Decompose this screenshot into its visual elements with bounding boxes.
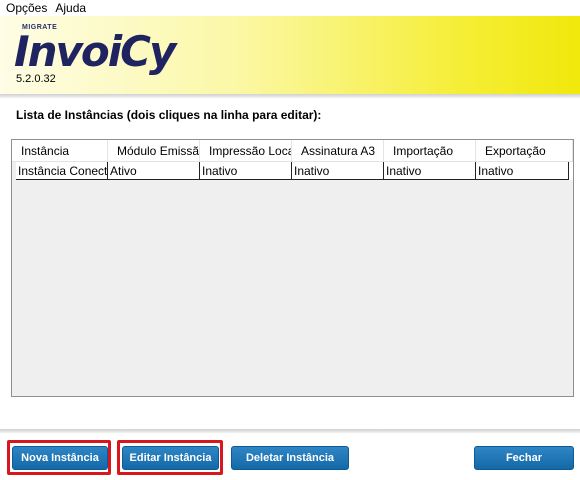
instances-listview[interactable]: Instância Módulo Emissão Impressão Local…	[11, 139, 574, 397]
cell-instancia: Instância Conectada	[16, 162, 108, 180]
divider	[0, 94, 580, 98]
divider	[0, 429, 580, 433]
list-caption: Lista de Instâncias (dois cliques na lin…	[16, 108, 322, 122]
app-logo: InvoiCy	[14, 27, 176, 76]
column-header-importacao[interactable]: Importação	[384, 140, 476, 161]
column-header-exportacao[interactable]: Exportação	[476, 140, 573, 161]
cell-exportacao: Inativo	[476, 162, 569, 180]
column-header-assinatura-a3[interactable]: Assinatura A3	[292, 140, 384, 161]
menu-bar: Opções Ajuda	[0, 0, 580, 16]
table-row[interactable]: Instância Conectada Ativo Inativo Inativ…	[16, 162, 573, 180]
menu-opcoes[interactable]: Opções	[0, 0, 51, 16]
listview-header: Instância Módulo Emissão Impressão Local…	[12, 140, 573, 162]
new-instance-button[interactable]: Nova Instância	[12, 446, 108, 470]
cell-importacao: Inativo	[384, 162, 476, 180]
header-banner: MIGRATE InvoiCy 5.2.0.32	[0, 16, 580, 94]
column-header-instancia[interactable]: Instância	[12, 140, 108, 161]
cell-impressao-local: Inativo	[200, 162, 292, 180]
edit-instance-button[interactable]: Editar Instância	[122, 446, 219, 470]
close-button[interactable]: Fechar	[474, 446, 574, 470]
column-header-impressao-local[interactable]: Impressão Local	[200, 140, 292, 161]
cell-assinatura-a3: Inativo	[292, 162, 384, 180]
version-label: 5.2.0.32	[16, 73, 56, 85]
delete-instance-button[interactable]: Deletar Instância	[231, 446, 349, 470]
cell-modulo-emissao: Ativo	[108, 162, 200, 180]
column-header-modulo-emissao[interactable]: Módulo Emissão	[108, 140, 200, 161]
menu-ajuda[interactable]: Ajuda	[51, 0, 90, 16]
